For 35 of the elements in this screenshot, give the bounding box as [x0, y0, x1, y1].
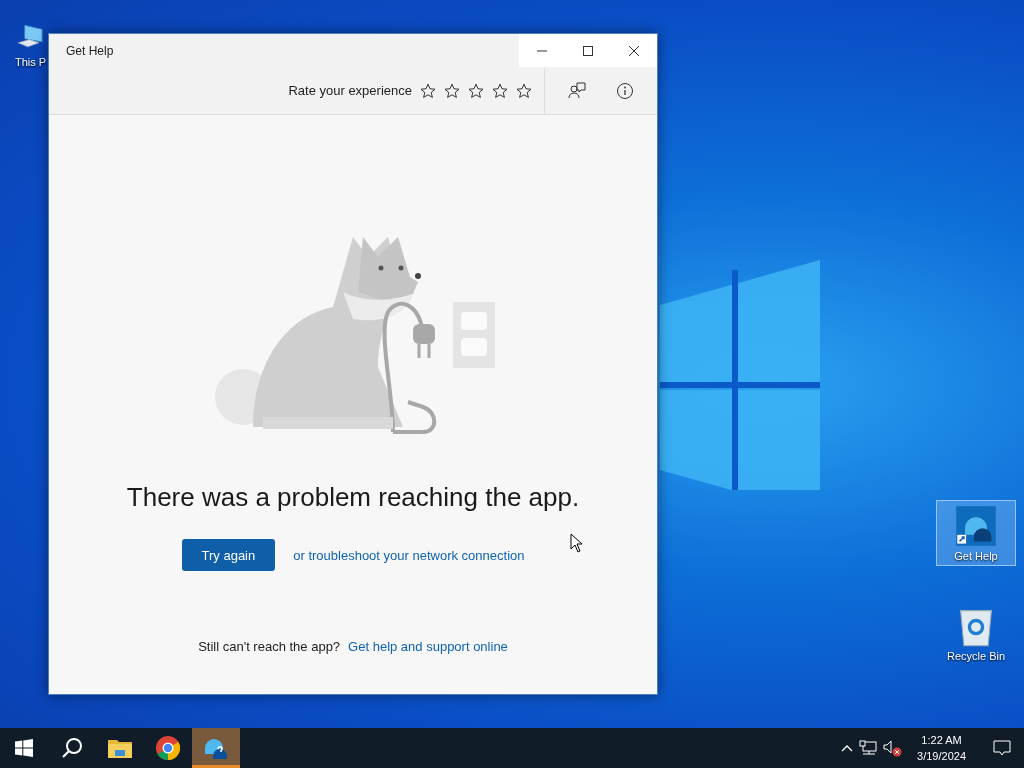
notification-icon[interactable] [993, 739, 1011, 757]
maximize-icon [583, 45, 593, 56]
icon-label: This P [15, 56, 47, 68]
mouse-cursor-icon [570, 533, 583, 553]
close-icon [629, 45, 639, 56]
try-again-button[interactable]: Try again [181, 539, 276, 571]
search-icon [61, 737, 83, 759]
desktop-icon[interactable]: Recycle Bin [936, 600, 1016, 666]
desktop-icon[interactable]: This P [14, 10, 49, 72]
footer-text: Still can't reach the app? [198, 639, 341, 654]
rate-label: Rate your experience [288, 83, 412, 98]
error-heading: There was a problem reaching the app. [126, 482, 580, 513]
star-icon[interactable] [444, 82, 460, 99]
info-icon [616, 81, 634, 100]
person-feedback-icon [568, 81, 586, 100]
volume-muted-icon[interactable] [883, 739, 904, 757]
desktop-icon[interactable]: Get Help [936, 500, 1016, 566]
clock-date: 3/19/2024 [917, 749, 966, 764]
icon-label: Recycle Bin [946, 650, 1006, 662]
clock-time: 1:22 AM [921, 733, 962, 748]
troubleshoot-link[interactable]: or troubleshoot your network connection [293, 547, 525, 563]
star-icon[interactable] [492, 82, 508, 99]
window-title: Get Help [65, 43, 115, 58]
browser-icon [156, 736, 180, 760]
chevron-up-icon[interactable] [841, 744, 854, 752]
network-icon[interactable] [859, 740, 878, 756]
star-icon[interactable] [420, 82, 436, 99]
folder-icon [108, 738, 132, 758]
help-app-icon [954, 504, 998, 548]
windows-start-icon [15, 739, 33, 757]
star-icon[interactable] [516, 82, 532, 99]
support-link[interactable]: Get help and support online [348, 639, 508, 654]
icon-label: Get Help [954, 550, 998, 562]
clock[interactable]: 1:22 AM 3/19/2024 [909, 732, 974, 764]
star-icon[interactable] [468, 82, 484, 99]
